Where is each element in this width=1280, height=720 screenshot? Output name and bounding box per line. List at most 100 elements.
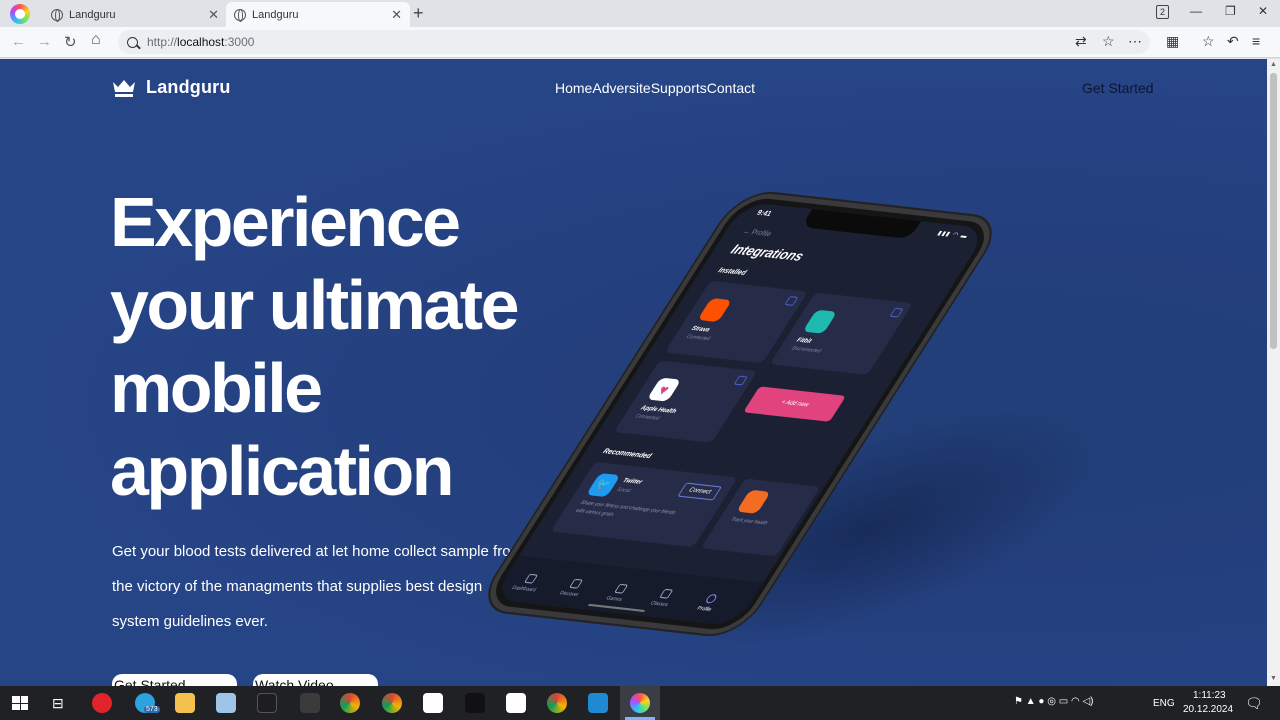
nav-contact[interactable]: Contact bbox=[707, 80, 755, 96]
restore-button[interactable]: ❐ bbox=[1225, 4, 1236, 18]
hero-title-line: Experience bbox=[110, 183, 461, 261]
nav-supports[interactable]: Supports bbox=[651, 80, 707, 96]
app-icon bbox=[736, 489, 771, 514]
trophy-icon bbox=[613, 583, 628, 594]
recommended-desc: Share your fitness and challenge your fr… bbox=[573, 499, 678, 519]
telegram-badge: 573 bbox=[144, 706, 160, 713]
nav-adversite[interactable]: Adversite bbox=[592, 80, 650, 96]
folder-icon[interactable] bbox=[175, 693, 195, 713]
get-started-button[interactable]: Get Started bbox=[112, 674, 237, 686]
installed-label: Installed bbox=[716, 267, 748, 277]
url-host: localhost bbox=[177, 35, 225, 49]
back-button[interactable]: ← bbox=[11, 33, 26, 50]
chrome-profile-icon[interactable] bbox=[340, 693, 360, 713]
connect-button[interactable]: Connect bbox=[677, 482, 722, 501]
hero-subtitle: Get your blood tests delivered at let ho… bbox=[112, 543, 524, 630]
phone-tab-label: Profile bbox=[695, 605, 713, 613]
classes-icon bbox=[658, 588, 673, 599]
r-app-icon[interactable] bbox=[506, 693, 526, 713]
header-get-started-link[interactable]: Get Started bbox=[1082, 80, 1154, 96]
phone-status-icons: ▮▮▮ ◠ ▬ bbox=[935, 230, 970, 240]
language-indicator[interactable]: ENG bbox=[1153, 698, 1175, 709]
globe-icon bbox=[51, 8, 63, 22]
sunburst-app-icon[interactable] bbox=[465, 693, 485, 713]
phone-tab-classes[interactable]: Classes bbox=[638, 587, 687, 609]
watch-video-button[interactable]: Watch Video bbox=[253, 674, 378, 686]
main-nav: Home Adversite Supports Contact bbox=[555, 80, 755, 96]
add-new-button[interactable]: + Add new bbox=[743, 386, 846, 422]
apps-icon[interactable]: ▦ bbox=[1166, 33, 1179, 50]
opera-icon[interactable] bbox=[92, 693, 112, 713]
undo-icon[interactable]: ↶ bbox=[1227, 33, 1239, 50]
integration-state: Connected bbox=[684, 333, 712, 343]
recommended-name: Twitter bbox=[621, 477, 644, 486]
tab-close-icon[interactable]: ✕ bbox=[391, 7, 402, 23]
new-tab-button[interactable]: + bbox=[413, 3, 424, 24]
active-taskbar-item[interactable] bbox=[620, 686, 660, 720]
settings-badge-icon bbox=[784, 296, 799, 306]
settings-badge-icon bbox=[733, 375, 748, 386]
minimize-button[interactable]: — bbox=[1190, 4, 1202, 18]
url-port: :3000 bbox=[224, 35, 255, 49]
scroll-down-icon[interactable]: ▼ bbox=[1270, 675, 1277, 682]
tray-icons[interactable]: ⚑ ▲ ● ◎ ▭ ◠ ◁) bbox=[1014, 696, 1094, 707]
notifications-icon[interactable]: 🗨 bbox=[1245, 695, 1263, 712]
nav-home[interactable]: Home bbox=[555, 80, 592, 96]
scroll-thumb[interactable] bbox=[1270, 73, 1277, 349]
landing-page: Landguru Home Adversite Supports Contact… bbox=[0, 59, 1267, 686]
browser-logo-icon[interactable] bbox=[10, 4, 30, 24]
hero-title-line: application bbox=[110, 432, 454, 510]
tab-count-badge[interactable]: 2 bbox=[1156, 5, 1169, 19]
fitbit-icon bbox=[802, 309, 838, 334]
browser-tabbar: Landguru ✕ Landguru ✕ + 2 — ❐ ✕ bbox=[0, 0, 1280, 27]
translate-icon[interactable]: ⇄ bbox=[1075, 33, 1087, 50]
windows-start-icon[interactable] bbox=[12, 696, 28, 710]
site-logo[interactable]: Landguru bbox=[112, 77, 231, 98]
app-g-icon[interactable] bbox=[300, 693, 320, 713]
phone-tab-dashboard[interactable]: Dashboard bbox=[503, 572, 552, 594]
vscode-icon[interactable] bbox=[588, 693, 608, 713]
profile-icon bbox=[703, 593, 718, 604]
browser-tab-active[interactable]: Landguru ✕ bbox=[226, 2, 410, 27]
home-button[interactable]: ⌂ bbox=[91, 31, 101, 49]
forward-button[interactable]: → bbox=[37, 33, 52, 50]
gmail-icon[interactable] bbox=[423, 693, 443, 713]
notepad-icon[interactable] bbox=[216, 693, 236, 713]
phone-title: Integrations bbox=[727, 241, 808, 264]
phone-back-label: Profile bbox=[749, 229, 773, 239]
integration-state: Disconnected bbox=[789, 345, 823, 355]
address-input[interactable]: http://localhost:3000 bbox=[118, 30, 1150, 54]
favorites-icon[interactable]: ☆ bbox=[1202, 33, 1215, 50]
phone-back-link: ← Profile bbox=[741, 228, 773, 239]
clock-date[interactable]: 20.12.2024 bbox=[1183, 704, 1233, 715]
hero-title: Experience your ultimate mobile applicat… bbox=[110, 181, 550, 513]
chrome-icon[interactable] bbox=[382, 693, 402, 713]
integration-state: Connected bbox=[634, 413, 661, 422]
scroll-up-icon[interactable]: ▲ bbox=[1270, 61, 1277, 68]
compass-icon bbox=[568, 578, 583, 589]
page-scrollbar[interactable]: ▲ ▼ bbox=[1267, 59, 1280, 686]
figma-icon[interactable] bbox=[257, 693, 277, 713]
search-icon bbox=[127, 36, 138, 48]
star-icon[interactable]: ☆ bbox=[1102, 33, 1115, 50]
settings-badge-icon bbox=[889, 307, 904, 318]
tab-close-icon[interactable]: ✕ bbox=[208, 7, 219, 23]
phone-tab-label: Classes bbox=[648, 600, 670, 609]
integration-name: Strava bbox=[689, 325, 711, 334]
chrome-alt-icon[interactable] bbox=[547, 693, 567, 713]
phone-tab-games[interactable]: Games bbox=[593, 582, 642, 604]
reload-button[interactable]: ↻ bbox=[64, 33, 77, 51]
more-icon[interactable]: ⋯ bbox=[1128, 33, 1142, 50]
phone-tab-discover[interactable]: Discover bbox=[548, 577, 597, 599]
close-window-button[interactable]: ✕ bbox=[1258, 4, 1268, 18]
apple-health-icon: ♥ bbox=[646, 377, 682, 402]
menu-icon[interactable]: ≡ bbox=[1252, 33, 1260, 49]
address-toolbar: ← → ↻ ⌂ http://localhost:3000 ⇄ ☆ ⋯ ▦ ☆ … bbox=[0, 27, 1280, 58]
phone-tab-profile[interactable]: Profile bbox=[684, 592, 733, 614]
windows-taskbar: ⊟ 573 ⚑ ▲ ● ◎ ▭ ◠ ◁) ENG 1:11:23 20.12.2… bbox=[0, 686, 1280, 720]
clock-time[interactable]: 1:11:23 bbox=[1193, 690, 1226, 701]
task-view-icon[interactable]: ⊟ bbox=[52, 695, 64, 712]
hero-title-line: mobile bbox=[110, 349, 323, 427]
phone-tab-label: Games bbox=[604, 595, 624, 603]
browser-tab[interactable]: Landguru ✕ bbox=[43, 2, 227, 27]
